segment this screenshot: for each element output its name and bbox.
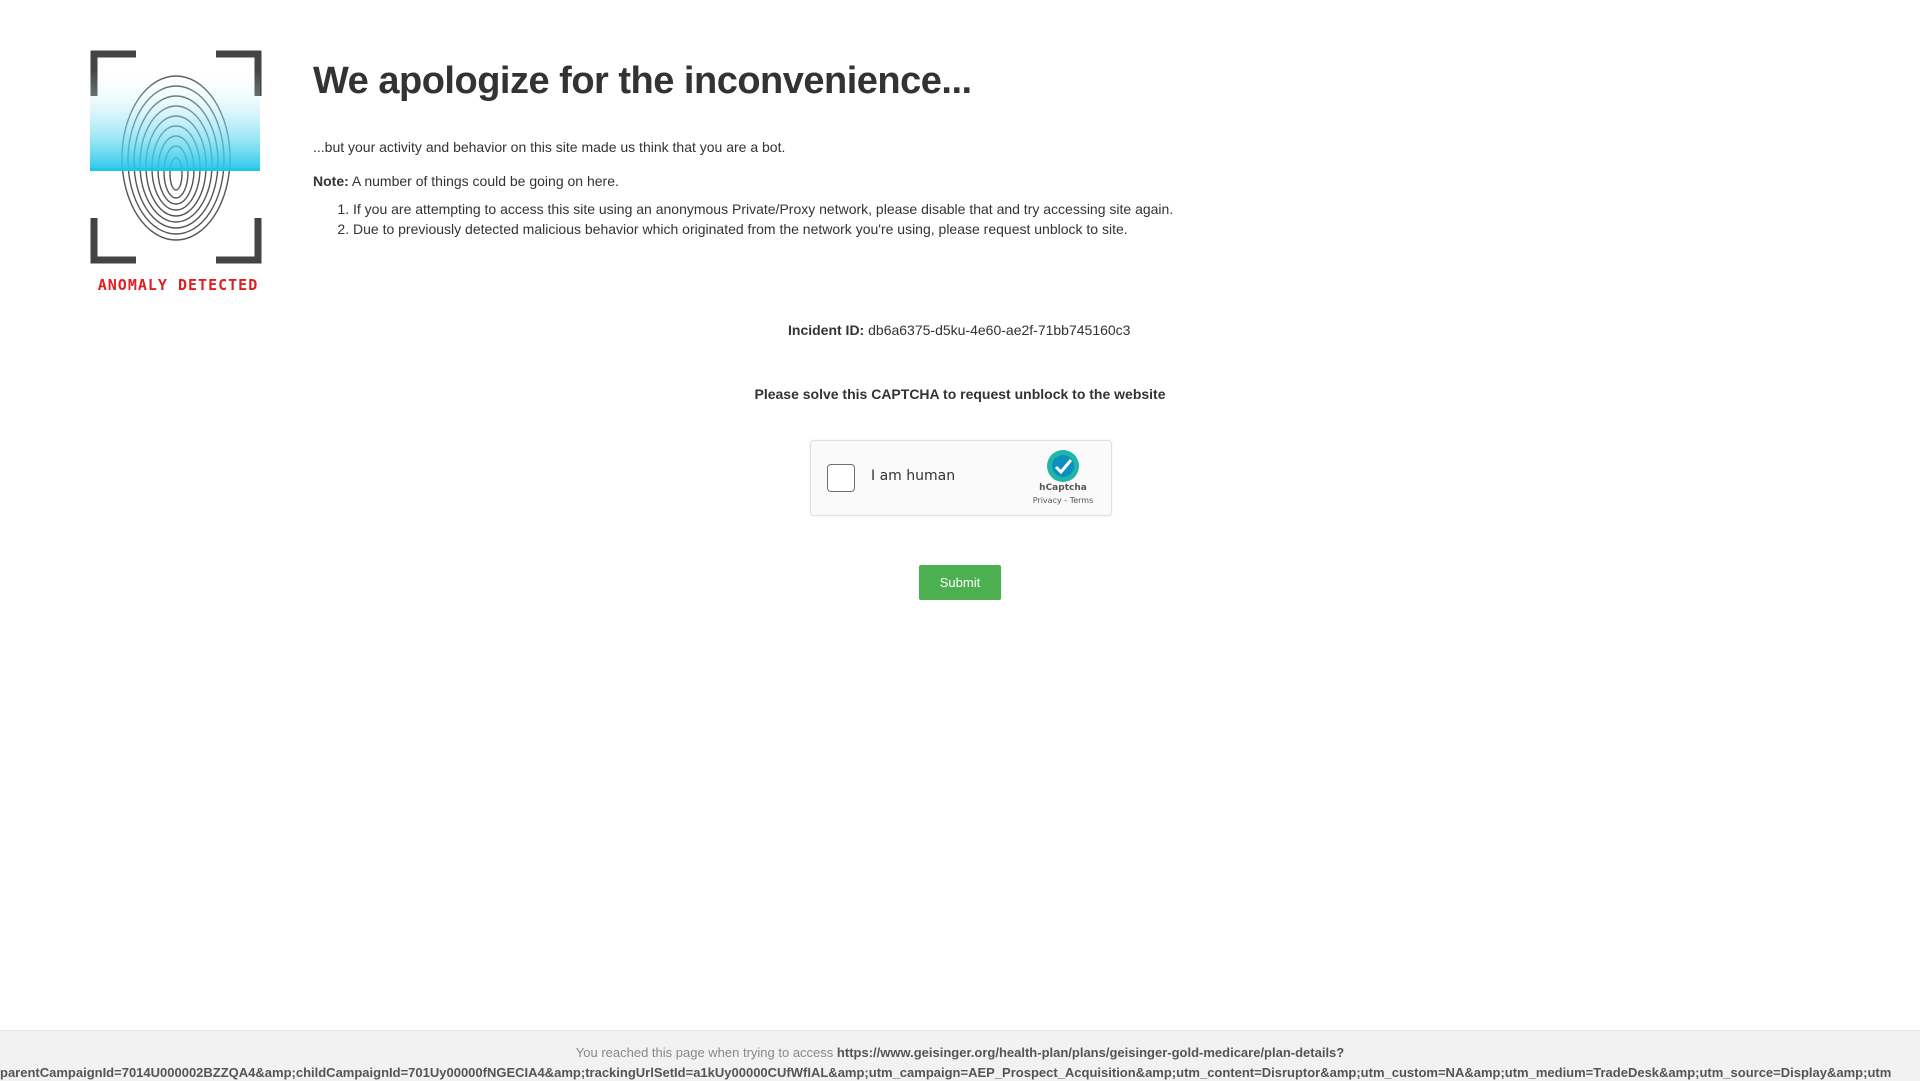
main-content: We apologize for the inconvenience... ..…: [313, 60, 1813, 239]
hcaptcha-links: Privacy - Terms: [1023, 496, 1103, 505]
reason-item: Due to previously detected malicious beh…: [353, 219, 1813, 239]
note-body: A number of things could be going on her…: [351, 173, 619, 189]
blocked-url-link[interactable]: https://www.geisinger.org/health-plan/pl…: [837, 1045, 1344, 1060]
page-title: We apologize for the inconvenience...: [313, 60, 972, 102]
link-separator: -: [1061, 496, 1070, 505]
human-checkbox[interactable]: [827, 464, 855, 492]
captcha-prompt: Please solve this CAPTCHA to request unb…: [754, 386, 1166, 402]
footer-prefix: You reached this page when trying to acc…: [575, 1045, 834, 1060]
footer-line: You reached this page when trying to acc…: [0, 1045, 1920, 1060]
incident-label: Incident ID:: [788, 322, 865, 338]
human-checkbox-label[interactable]: I am human: [871, 468, 955, 484]
terms-link[interactable]: Terms: [1070, 496, 1094, 505]
fingerprint-icon: [90, 50, 262, 264]
anomaly-detected-label: ANOMALY DETECTED: [97, 276, 259, 294]
blocked-url-continued[interactable]: parentCampaignId=7014U000002BZZQA4&amp;c…: [0, 1065, 1891, 1080]
incident-id: db6a6375-d5ku-4e60-ae2f-71bb745160c3: [868, 322, 1131, 338]
intro-text: ...but your activity and behavior on thi…: [313, 139, 786, 155]
submit-button[interactable]: Submit: [919, 565, 1001, 600]
hcaptcha-logo-icon: [1047, 450, 1079, 482]
hcaptcha-widget: I am human hCaptcha Privacy - Terms: [810, 440, 1112, 516]
note-label: Note:: [313, 173, 349, 189]
reasons-list: If you are attempting to access this sit…: [313, 199, 1813, 239]
privacy-link[interactable]: Privacy: [1033, 496, 1062, 505]
hcaptcha-name: hCaptcha: [1039, 483, 1087, 493]
note-text: Note: A number of things could be going …: [313, 173, 1813, 189]
anomaly-logo: ANOMALY DETECTED: [90, 50, 270, 300]
footer: You reached this page when trying to acc…: [0, 1030, 1920, 1081]
reason-item: If you are attempting to access this sit…: [353, 199, 1813, 219]
incident-wrapper: Incident ID: db6a6375-d5ku-4e60-ae2f-71b…: [788, 322, 1130, 338]
